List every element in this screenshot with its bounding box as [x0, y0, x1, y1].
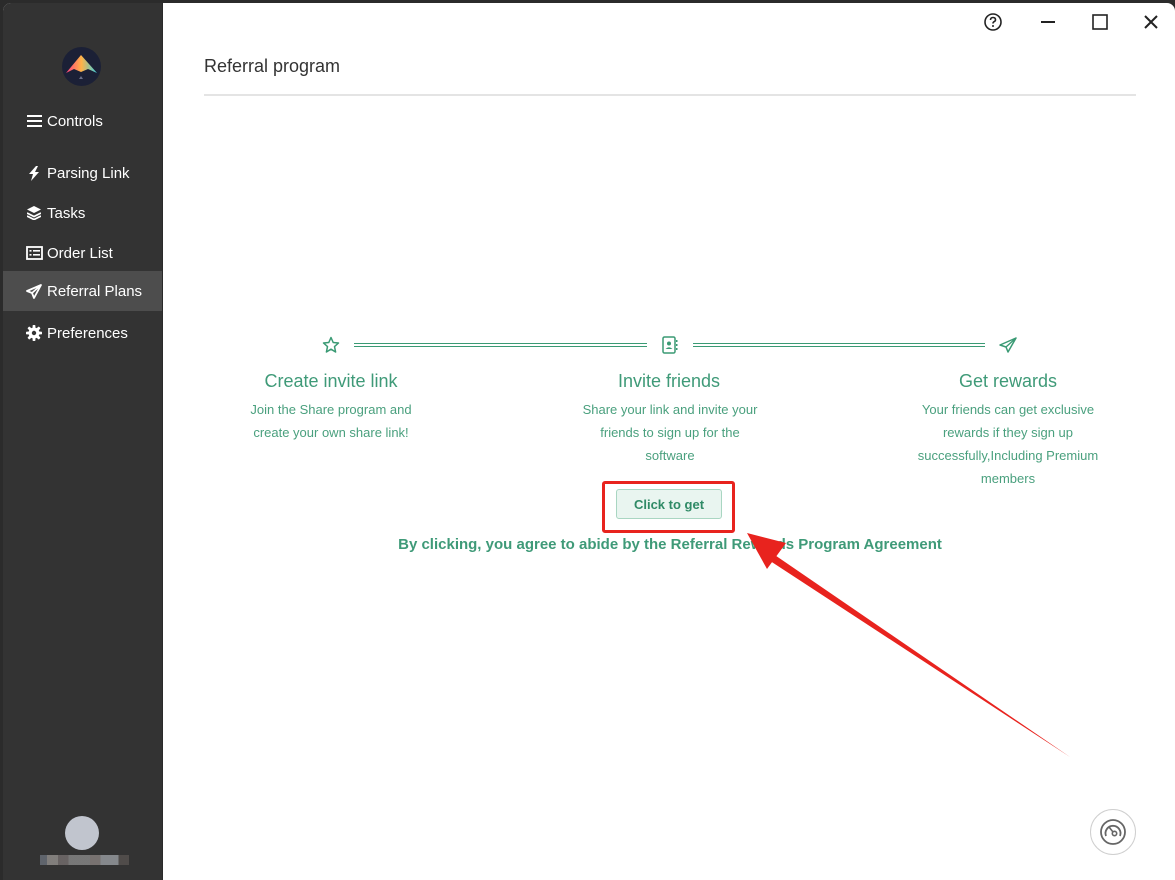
sidebar-item-label: Order List	[47, 244, 113, 262]
maximize-icon	[1092, 14, 1108, 30]
title-divider	[204, 94, 1136, 96]
bolt-icon	[25, 165, 43, 181]
sidebar-item-tasks[interactable]: Tasks	[3, 193, 162, 233]
sidebar-item-label: Tasks	[47, 204, 86, 222]
speed-test-button[interactable]	[1090, 809, 1136, 855]
agreement-link[interactable]: By clicking, you agree to abide by the R…	[203, 536, 1137, 553]
layers-icon	[25, 206, 43, 220]
page-title: Referral program	[204, 56, 341, 76]
star-icon	[321, 335, 341, 355]
annotation-highlight-box	[602, 481, 735, 533]
speedometer-icon	[1100, 819, 1126, 845]
sidebar-item-label: Parsing Link	[47, 164, 130, 182]
maximize-button[interactable]	[1087, 9, 1113, 35]
step-desc-create-invite-link: Join the Share program and create your o…	[250, 402, 412, 440]
gear-icon	[25, 325, 43, 341]
step-desc-invite-friends: Share your link and invite your friends …	[582, 402, 758, 463]
minimize-button[interactable]	[1035, 9, 1061, 35]
step-desc-get-rewards: Your friends can get exclusive rewards i…	[917, 402, 1099, 486]
step-title-invite-friends: Invite friends	[617, 371, 721, 391]
menu-icon	[25, 115, 43, 127]
close-button[interactable]	[1138, 9, 1164, 35]
sidebar: Controls Parsing Link Tasks Order List R	[3, 3, 163, 880]
user-avatar[interactable]	[65, 816, 99, 850]
sidebar-item-order-list[interactable]: Order List	[3, 233, 162, 273]
sidebar-item-parsing-link[interactable]: Parsing Link	[3, 153, 162, 193]
sidebar-item-label: Referral Plans	[47, 282, 143, 300]
step-connector	[693, 343, 985, 347]
close-icon	[1144, 15, 1158, 29]
minimize-icon	[1041, 21, 1055, 23]
sidebar-item-label: Controls	[47, 112, 103, 130]
paper-plane-icon	[25, 283, 43, 299]
sidebar-item-preferences[interactable]: Preferences	[3, 313, 162, 353]
step-title-get-rewards: Get rewards	[958, 371, 1058, 391]
step-title-create-invite-link: Create invite link	[264, 371, 398, 391]
username-redacted	[40, 855, 129, 865]
sidebar-item-referral-plans[interactable]: Referral Plans	[3, 271, 162, 311]
sidebar-item-label: Preferences	[47, 324, 128, 342]
paper-plane-icon	[998, 335, 1018, 355]
sidebar-item-controls[interactable]: Controls	[3, 101, 162, 141]
help-icon	[984, 13, 1002, 31]
step-connector	[354, 343, 647, 347]
app-window: Controls Parsing Link Tasks Order List R	[3, 3, 1175, 880]
list-icon	[25, 246, 43, 260]
app-logo	[62, 47, 101, 86]
contact-book-icon	[660, 335, 680, 355]
help-button[interactable]	[980, 9, 1006, 35]
